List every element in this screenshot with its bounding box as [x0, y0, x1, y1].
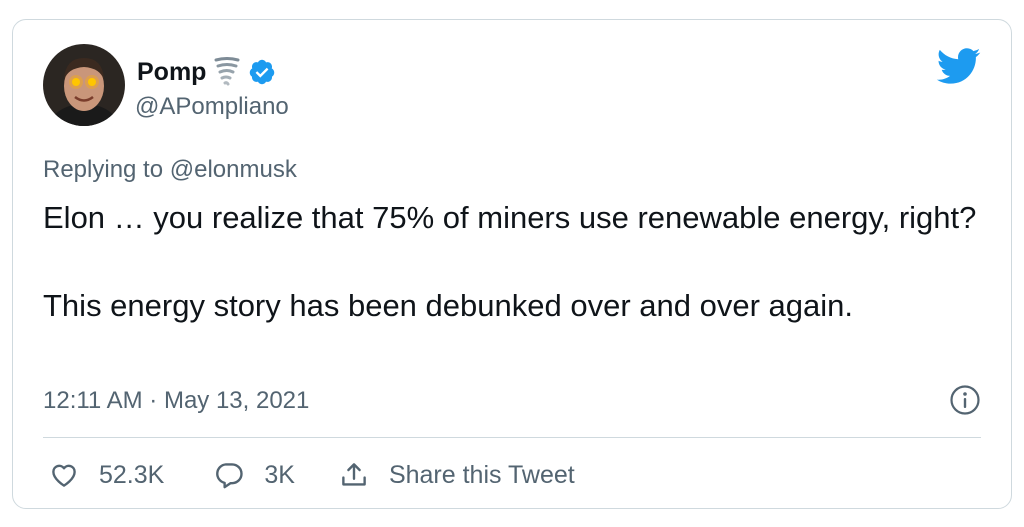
- tweet-timestamp[interactable]: 12:11 AM · May 13, 2021: [43, 386, 309, 416]
- reply-count: 3K: [264, 461, 295, 489]
- replying-to-line: Replying to @elonmusk: [43, 155, 297, 185]
- reply-bubble-icon: [214, 460, 244, 490]
- heart-icon: [49, 460, 79, 490]
- embedded-tweet-card: Pomp @APompliano Replying to @elonmusk E…: [12, 19, 1012, 509]
- like-button[interactable]: 52.3K: [49, 460, 164, 490]
- share-label: Share this Tweet: [388, 461, 575, 489]
- replying-to-mention[interactable]: @elonmusk: [170, 156, 297, 183]
- info-icon[interactable]: [949, 384, 981, 416]
- reply-button[interactable]: 3K: [214, 460, 295, 490]
- author-name-row[interactable]: Pomp: [137, 56, 276, 88]
- like-count: 52.3K: [99, 461, 165, 489]
- tornado-emoji-icon: [214, 57, 240, 87]
- tweet-actions-bar: 52.3K 3K Share this Tweet: [49, 456, 575, 494]
- divider: [43, 437, 981, 438]
- twitter-bird-icon[interactable]: [935, 46, 981, 86]
- replying-prefix: Replying to: [43, 156, 164, 183]
- display-name[interactable]: Pomp: [137, 57, 206, 87]
- author-handle[interactable]: @APompliano: [135, 92, 289, 122]
- verified-badge-icon: [248, 58, 276, 86]
- tweet-text: Elon … you realize that 75% of miners us…: [43, 196, 993, 328]
- tweet-text-paragraph: Elon … you realize that 75% of miners us…: [43, 200, 977, 235]
- share-tweet-button[interactable]: Share this Tweet: [339, 460, 575, 490]
- share-icon: [339, 460, 369, 490]
- avatar[interactable]: [43, 44, 125, 126]
- tweet-text-paragraph: This energy story has been debunked over…: [43, 288, 853, 323]
